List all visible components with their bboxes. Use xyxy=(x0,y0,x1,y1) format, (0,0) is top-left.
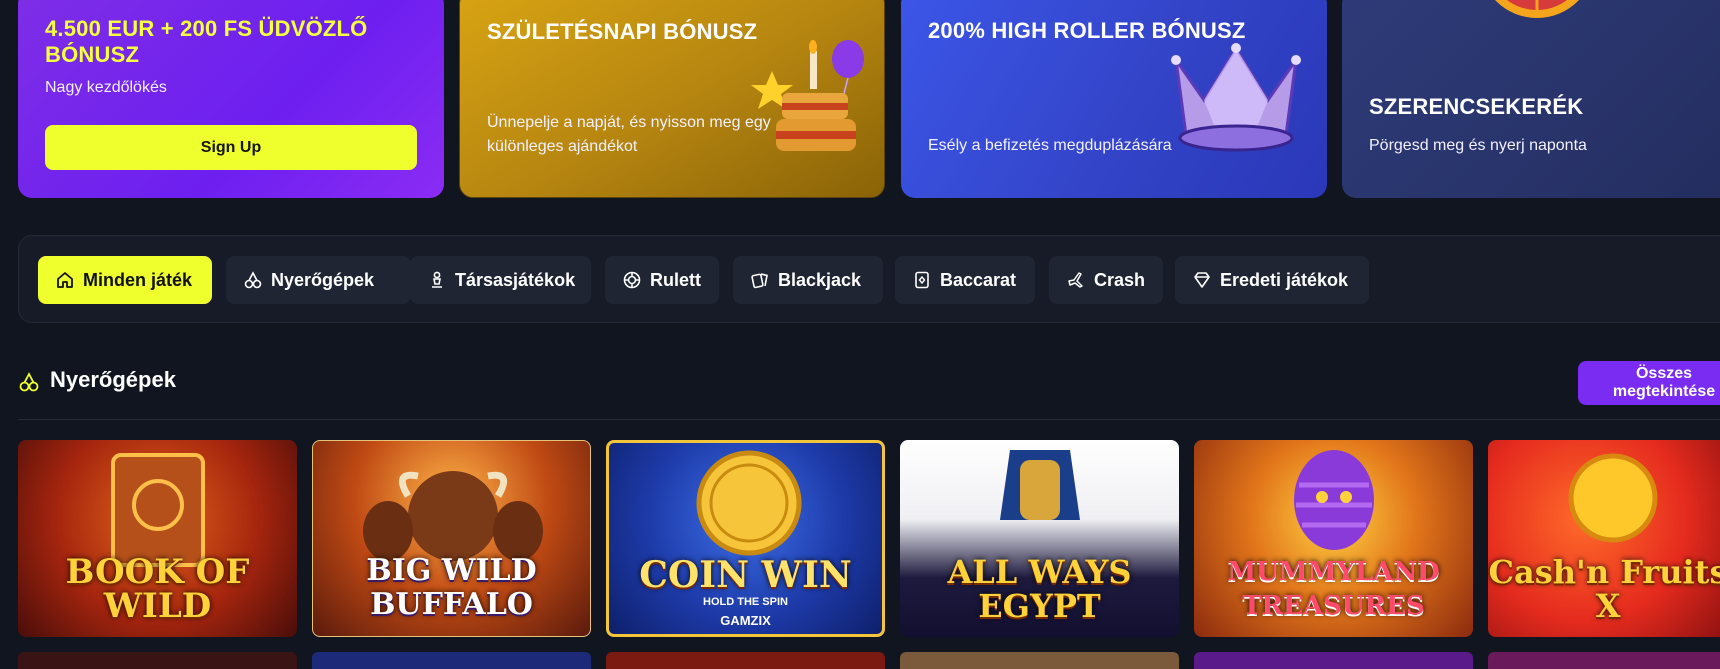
buffalo-icon xyxy=(363,471,543,561)
tab-label: Baccarat xyxy=(940,269,1017,290)
tab-label: Rulett xyxy=(650,269,701,290)
crown-icon xyxy=(1171,43,1301,152)
promo-title: 200% HIGH ROLLER BÓNUSZ xyxy=(928,18,1246,43)
game-tile[interactable] xyxy=(18,652,297,669)
game-tile[interactable]: Cash'n Fruits X xyxy=(1488,440,1720,637)
game-subtitle: HOLD THE SPIN xyxy=(703,596,788,608)
tab-slots[interactable]: Nyerőgépek xyxy=(226,256,411,304)
fortune-wheel-icon xyxy=(1495,0,1579,18)
game-tile[interactable] xyxy=(606,652,885,669)
tab-label: Társasjátékok xyxy=(455,269,576,290)
game-tile[interactable] xyxy=(1488,652,1720,669)
cherries-icon xyxy=(244,271,262,289)
game-tile[interactable]: COIN WIN HOLD THE SPIN GAMZIX xyxy=(606,440,885,637)
category-filter-bar: Minden játék Nyerőgépek Társasjátékok Ru… xyxy=(18,235,1720,323)
tab-label: Minden játék xyxy=(83,269,193,290)
tab-label: Crash xyxy=(1094,269,1146,290)
section-title: Nyerőgépek xyxy=(50,367,176,392)
plane-icon xyxy=(1068,272,1083,288)
game-tile[interactable] xyxy=(312,652,591,669)
section-divider xyxy=(18,419,1720,420)
pawn-icon xyxy=(432,271,442,288)
card-icon xyxy=(915,271,929,289)
promo-title: SZÜLETÉSNAPI BÓNUSZ xyxy=(487,19,758,44)
promo-description: Nagy kezdőlökés xyxy=(45,79,167,96)
coin-icon xyxy=(696,450,802,556)
tab-label: Eredeti játékok xyxy=(1220,269,1349,290)
promo-description: Esély a befizetés megduplázására xyxy=(928,137,1172,154)
home-icon xyxy=(57,272,73,288)
tab-baccarat[interactable]: Baccarat xyxy=(895,256,1035,304)
promo-carousel: 4.500 EUR + 200 FS ÜDVÖZLŐ BÓNUSZ Nagy k… xyxy=(18,0,1720,198)
game-title: BOOK OF WILD xyxy=(65,552,250,626)
birthday-bonus-card[interactable]: SZÜLETÉSNAPI BÓNUSZ Ünnepelje a napját, … xyxy=(459,0,885,198)
high-roller-bonus-card[interactable]: 200% HIGH ROLLER BÓNUSZ Esély a befizeté… xyxy=(901,0,1327,198)
game-tile[interactable]: ALL WAYS EGYPT xyxy=(900,440,1179,637)
sign-up-button[interactable]: Sign Up xyxy=(45,125,417,170)
diamond-icon xyxy=(1194,272,1210,288)
game-tile[interactable] xyxy=(900,652,1179,669)
promo-description: Pörgesd meg és nyerj naponta xyxy=(1369,137,1587,154)
game-title: Cash'n Fruits X xyxy=(1488,553,1720,625)
cards-icon xyxy=(751,273,768,289)
roulette-icon xyxy=(623,271,641,289)
tab-blackjack[interactable]: Blackjack xyxy=(733,256,883,304)
tab-roulette[interactable]: Rulett xyxy=(605,256,719,304)
mummy-icon xyxy=(1294,450,1374,550)
tab-label: Blackjack xyxy=(778,269,862,290)
game-title: MUMMYLAND TREASURES xyxy=(1227,557,1440,621)
coin-icon xyxy=(1568,453,1658,543)
tab-table-games[interactable]: Társasjátékok xyxy=(410,256,591,304)
tab-crash[interactable]: Crash xyxy=(1049,256,1163,304)
welcome-bonus-card[interactable]: 4.500 EUR + 200 FS ÜDVÖZLŐ BÓNUSZ Nagy k… xyxy=(18,0,444,198)
game-tile[interactable]: MUMMYLAND TREASURES xyxy=(1194,440,1473,637)
tab-label: Nyerőgépek xyxy=(271,269,375,290)
tab-all-games[interactable]: Minden játék xyxy=(38,256,212,304)
promo-title: 4.500 EUR + 200 FS ÜDVÖZLŐ BÓNUSZ xyxy=(45,16,368,67)
promo-title: SZERENCSEKERÉK xyxy=(1369,94,1584,119)
cherries-icon xyxy=(19,372,39,392)
game-tile[interactable] xyxy=(1194,652,1473,669)
game-title: ALL WAYS EGYPT xyxy=(947,553,1132,625)
game-title: COIN WIN xyxy=(639,554,852,596)
see-all-button[interactable]: Összes megtekintése xyxy=(1578,361,1720,405)
pharaoh-icon xyxy=(1000,450,1080,520)
game-provider: GAMZIX xyxy=(720,613,771,628)
promo-description: Ünnepelje a napját, és nyisson meg egy k… xyxy=(487,114,771,155)
fortune-wheel-card[interactable]: SZERENCSEKERÉK Pörgesd meg és nyerj napo… xyxy=(1342,0,1720,198)
game-tile[interactable]: BOOK OF WILD xyxy=(18,440,297,637)
game-tile[interactable]: BIG WILD BUFFALO xyxy=(312,440,591,637)
tab-original-games[interactable]: Eredeti játékok xyxy=(1175,256,1369,304)
game-title: BIG WILD BUFFALO xyxy=(366,553,537,622)
